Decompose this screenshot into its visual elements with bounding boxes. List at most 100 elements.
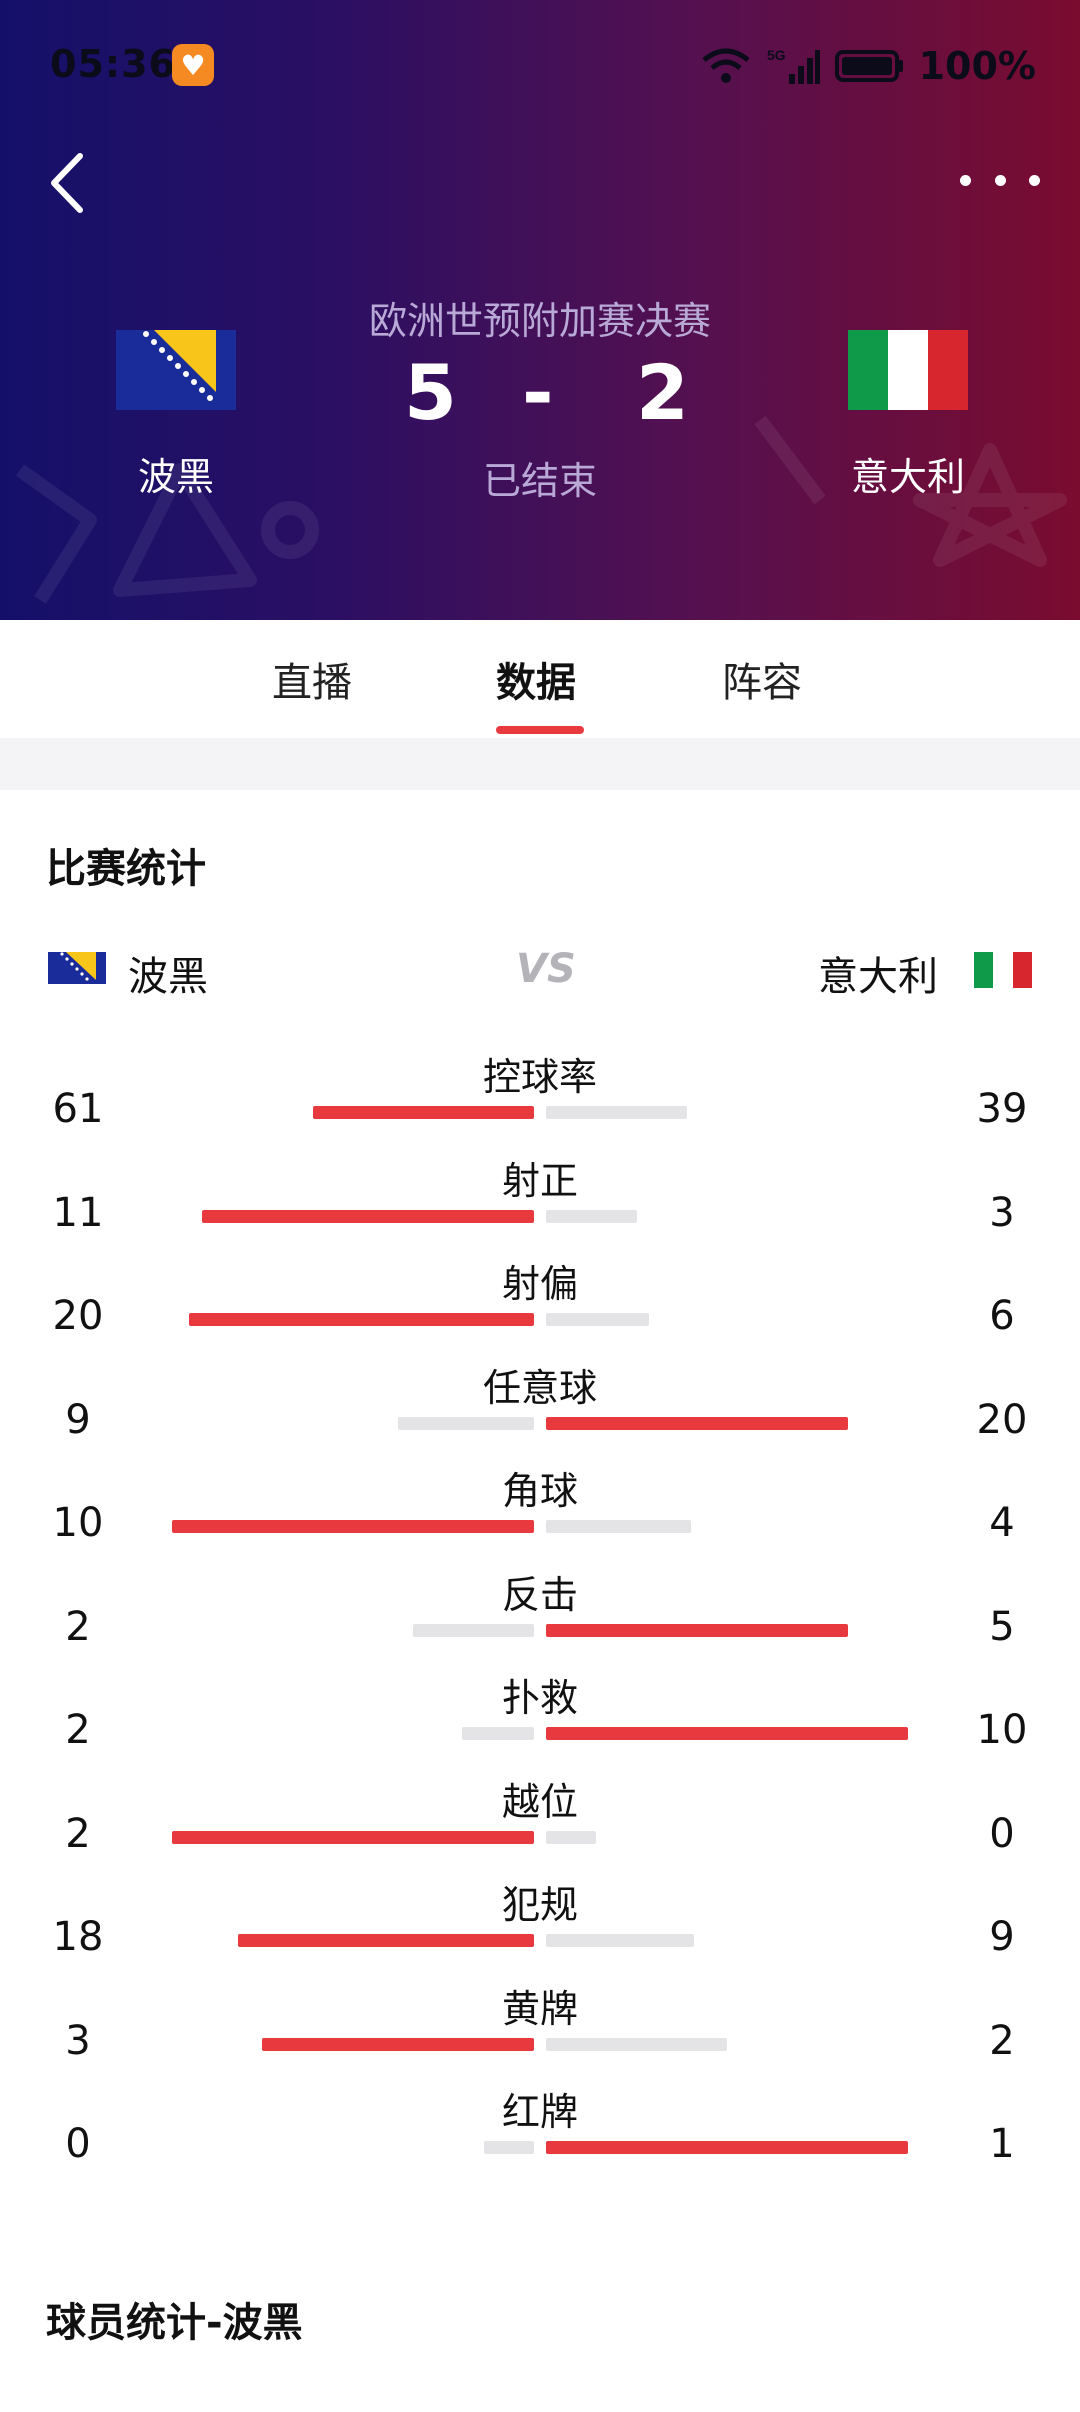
home-stat-bar: [189, 1313, 534, 1326]
home-stat-bar: [462, 1727, 534, 1740]
teams-vs-row: 波黑 VS 意大利: [0, 940, 1080, 1000]
stat-row: 控球率 61 39: [0, 1046, 1080, 1150]
tab-bar: 直播 数据 阵容: [0, 620, 1080, 738]
stat-label: 犯规: [501, 1883, 578, 1927]
back-button[interactable]: [40, 148, 100, 218]
home-stat-bar: [172, 1520, 534, 1533]
status-bar: 05:36 ♥ 5G 100%: [0, 40, 1080, 96]
tab-lineup[interactable]: 阵容: [722, 650, 802, 708]
stat-away-value: 4: [989, 1500, 1015, 1546]
status-time: 05:36: [50, 42, 176, 86]
stat-label: 射正: [501, 1159, 578, 1203]
match-header: 05:36 ♥ 5G 100% 欧洲世预附加赛决赛 波黑 5 - 2 已结束 意…: [0, 0, 1080, 620]
stat-home-value: 2: [65, 1604, 91, 1650]
home-stat-bar: [172, 1831, 534, 1844]
active-tab-indicator: [496, 726, 584, 734]
stat-away-value: 6: [989, 1293, 1015, 1339]
away-stat-bar: [546, 2141, 908, 2154]
home-stat-bar: [398, 1417, 534, 1430]
home-stat-bar: [484, 2141, 534, 2154]
dot-icon: [960, 174, 971, 186]
home-stat-bar: [313, 1106, 534, 1119]
away-team-name: 意大利: [850, 455, 965, 499]
chevron-left-icon: [51, 153, 83, 213]
stat-home-value: 10: [52, 1500, 104, 1546]
stat-label: 扑救: [501, 1676, 578, 1720]
stat-label: 控球率: [482, 1055, 597, 1099]
stat-label: 越位: [501, 1780, 578, 1824]
stat-home-value: 11: [52, 1190, 104, 1236]
stat-away-value: 20: [976, 1397, 1028, 1443]
stat-row: 越位 2 0: [0, 1771, 1080, 1875]
away-score: 2: [636, 348, 689, 437]
italy-flag-icon: [974, 952, 1032, 988]
stats-away-name: 意大利: [818, 954, 938, 1000]
home-stat-bar: [238, 1934, 534, 1947]
away-stat-bar: [546, 2038, 727, 2051]
stat-label: 黄牌: [501, 1987, 578, 2031]
bosnia-flag-icon: [48, 952, 106, 984]
stat-row: 犯规 18 9: [0, 1874, 1080, 1978]
match-stats-title: 比赛统计: [46, 846, 206, 892]
dot-icon: [994, 174, 1006, 186]
stat-label: 反击: [501, 1573, 578, 1617]
stat-label: 角球: [501, 1469, 578, 1513]
stat-home-value: 20: [52, 1293, 104, 1339]
stat-row: 红牌 0 1: [0, 2081, 1080, 2185]
signal-icon: 5G: [767, 47, 820, 84]
wifi-icon: [702, 48, 750, 83]
stat-away-value: 2: [989, 2018, 1015, 2064]
away-stat-bar: [546, 1624, 848, 1637]
tab-data[interactable]: 数据: [496, 650, 576, 708]
away-stat-bar: [546, 1934, 694, 1947]
vs-label: VS: [516, 946, 576, 992]
player-stats-title: 球员统计-波黑: [46, 2300, 303, 2346]
away-team[interactable]: 意大利: [808, 330, 1008, 501]
home-stat-bar: [202, 1210, 534, 1223]
score-separator: -: [522, 348, 554, 437]
away-stat-bar: [546, 1520, 691, 1533]
more-options-button[interactable]: [960, 160, 1040, 200]
home-stat-bar: [413, 1624, 534, 1637]
stat-away-value: 1: [989, 2121, 1015, 2167]
away-stat-bar: [546, 1210, 637, 1223]
stat-row: 扑救 2 10: [0, 1667, 1080, 1771]
stat-home-value: 2: [65, 1707, 91, 1753]
stat-home-value: 18: [52, 1914, 104, 1960]
stat-label: 射偏: [501, 1262, 578, 1306]
away-stat-bar: [546, 1727, 908, 1740]
away-stat-bar: [546, 1313, 649, 1326]
italy-flag-icon: [848, 330, 968, 410]
stat-home-value: 3: [65, 2018, 91, 2064]
stat-home-value: 0: [65, 2121, 91, 2167]
away-stat-bar: [546, 1831, 596, 1844]
tab-live[interactable]: 直播: [272, 650, 352, 708]
home-stat-bar: [262, 2038, 534, 2051]
stat-away-value: 3: [989, 1190, 1015, 1236]
battery-percent: 100%: [918, 44, 1036, 88]
stat-label: 任意球: [482, 1366, 597, 1410]
stat-away-value: 9: [989, 1914, 1015, 1960]
battery-icon: [834, 50, 903, 82]
network-type: 5G: [767, 47, 786, 63]
stat-away-value: 0: [989, 1811, 1015, 1857]
dot-icon: [1029, 174, 1040, 186]
stat-row: 角球 10 4: [0, 1460, 1080, 1564]
bosnia-flag-icon: [116, 330, 236, 410]
stat-label: 红牌: [501, 2090, 578, 2134]
stat-home-value: 2: [65, 1811, 91, 1857]
stat-home-value: 9: [65, 1397, 91, 1443]
home-score: 5: [404, 348, 457, 437]
away-stat-bar: [546, 1106, 687, 1119]
stat-row: 任意球 9 20: [0, 1357, 1080, 1461]
stat-row: 反击 2 5: [0, 1564, 1080, 1668]
section-divider: [0, 738, 1080, 790]
stat-away-value: 5: [989, 1604, 1015, 1650]
stat-home-value: 61: [52, 1086, 104, 1132]
stat-row: 射正 11 3: [0, 1150, 1080, 1254]
away-stat-bar: [546, 1417, 848, 1430]
stat-away-value: 39: [976, 1086, 1028, 1132]
stat-away-value: 10: [976, 1707, 1028, 1753]
heart-app-icon: ♥: [172, 44, 214, 86]
stat-row: 射偏 20 6: [0, 1253, 1080, 1357]
